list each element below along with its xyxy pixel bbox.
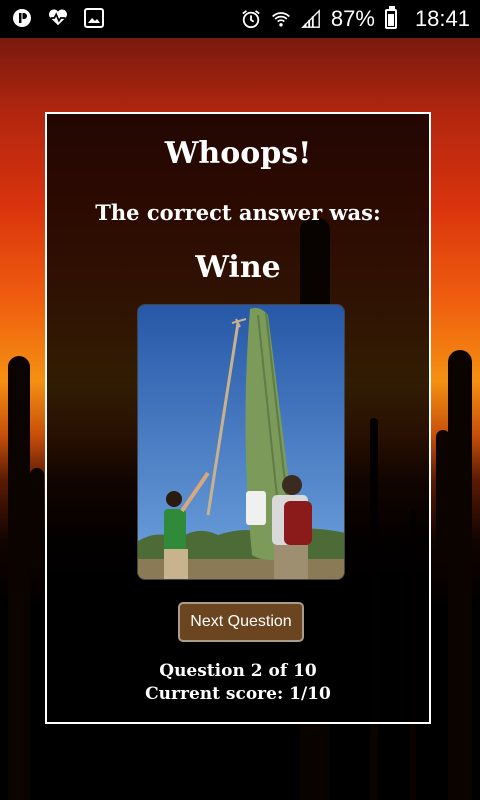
wifi-icon [271,9,291,29]
health-icon [48,8,68,28]
correct-answer: Wine [195,250,281,285]
result-dialog: Whoops! The correct answer was: Wine Nex… [45,112,431,724]
clock-time: 18:41 [414,6,470,31]
image-icon [84,8,104,28]
question-counter: Question 2 of 10 [159,661,317,681]
cactus-silhouette [30,468,44,568]
pushbullet-icon [12,8,32,28]
quiz-progress: Question 2 of 10 Current score: 1/10 [47,660,429,706]
next-question-button[interactable]: Next Question [178,602,304,642]
correct-answer-label: The correct answer was: [95,200,381,225]
cactus-silhouette [436,430,450,550]
cactus-silhouette [448,350,472,800]
battery-percent: 87% [330,6,375,31]
battery-icon [384,6,397,29]
signal-icon [301,9,321,29]
current-score: Current score: 1/10 [145,684,331,704]
saguaro-harvest-photo [137,304,345,580]
status-bar: 87% 18:41 [0,0,480,38]
cactus-silhouette [8,356,30,800]
alarm-icon [241,9,261,29]
result-title: Whoops! [164,136,312,171]
